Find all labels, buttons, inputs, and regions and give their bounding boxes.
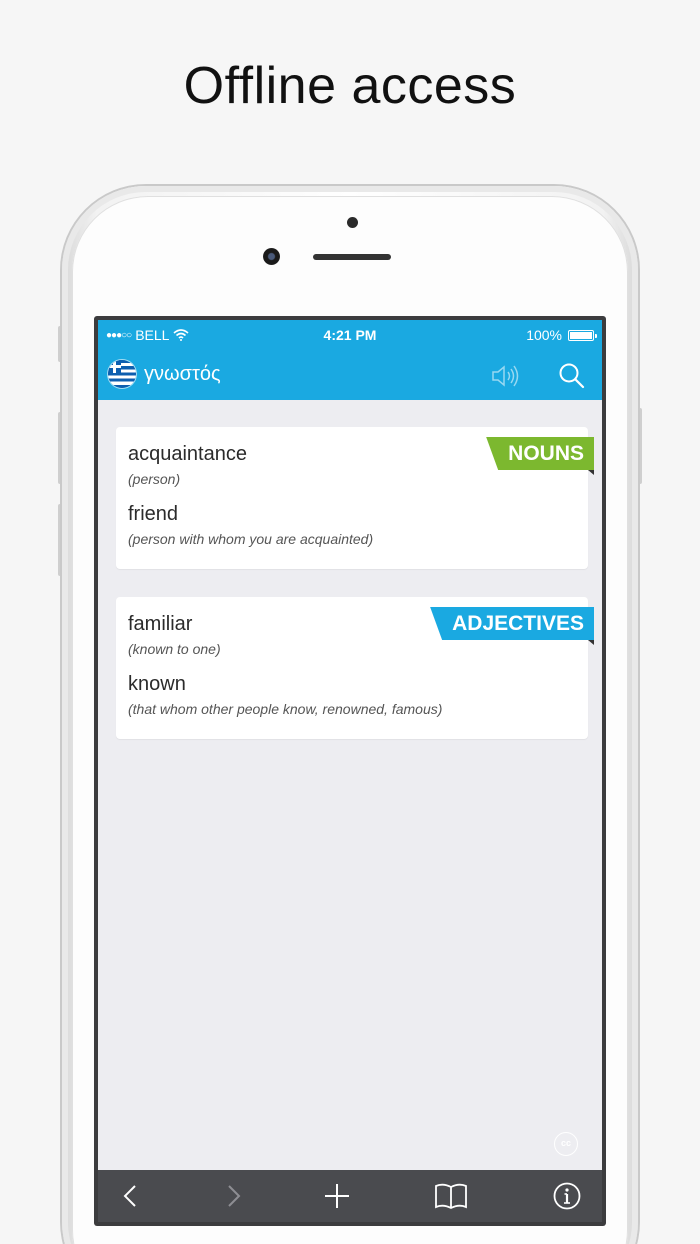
phone-screen: ●●●○○ BELL 4:21 PM 100% γνωστός NOUNS ac…: [94, 316, 606, 1226]
translation-entry[interactable]: acquaintance (person): [128, 443, 247, 487]
search-icon[interactable]: [558, 362, 586, 390]
search-term-title: γνωστός: [144, 363, 221, 385]
nav-bar: γνωστός: [98, 350, 602, 400]
translation-entry[interactable]: familiar (known to one): [128, 613, 221, 657]
translation-entry[interactable]: known (that whom other people know, reno…: [128, 673, 442, 717]
forward-icon[interactable]: [218, 1181, 248, 1211]
bookmarks-icon[interactable]: [434, 1181, 468, 1211]
translation-gloss: (person): [128, 471, 181, 487]
status-right: 100%: [526, 327, 597, 343]
translation-gloss: (known to one): [128, 641, 221, 657]
greece-flag-icon[interactable]: [108, 360, 136, 388]
back-icon[interactable]: [116, 1181, 146, 1211]
translation-word: known: [128, 673, 186, 695]
battery-fill: [570, 331, 592, 339]
proximity-sensor: [347, 217, 358, 228]
nouns-card: NOUNS acquaintance (person) friend (pers…: [116, 427, 594, 569]
ribbon-fold: [588, 470, 594, 475]
translation-gloss: (that whom other people know, renowned, …: [128, 701, 443, 717]
add-icon[interactable]: [322, 1181, 352, 1211]
translation-entry[interactable]: friend (person with whom you are acquain…: [128, 503, 373, 547]
earpiece-speaker: [313, 254, 391, 260]
translation-word: familiar: [128, 613, 193, 635]
battery-icon: [568, 329, 597, 341]
translation-word: acquaintance: [128, 443, 247, 465]
nouns-tag: NOUNS: [486, 437, 594, 470]
status-bar: ●●●○○ BELL 4:21 PM 100%: [98, 320, 602, 350]
page: Offline access ●●●○○ BELL 4:21 PM 100% γ…: [0, 0, 700, 1244]
info-icon[interactable]: [552, 1181, 582, 1211]
bottom-toolbar: [98, 1170, 602, 1222]
translation-word: friend: [128, 503, 179, 525]
creative-commons-icon[interactable]: cc: [554, 1132, 578, 1156]
ribbon-fold: [588, 640, 594, 645]
battery-percentage: 100%: [526, 327, 562, 343]
headline: Offline access: [183, 57, 517, 115]
speaker-icon[interactable]: [490, 363, 520, 389]
adjectives-card: ADJECTIVES familiar (known to one) known…: [116, 597, 594, 739]
app-screen: ●●●○○ BELL 4:21 PM 100% γνωστός NOUNS ac…: [98, 320, 602, 1222]
front-camera: [263, 248, 280, 265]
adjectives-tag: ADJECTIVES: [430, 607, 594, 640]
flag-canton: [108, 360, 121, 373]
translation-gloss: (person with whom you are acquainted): [128, 531, 374, 547]
